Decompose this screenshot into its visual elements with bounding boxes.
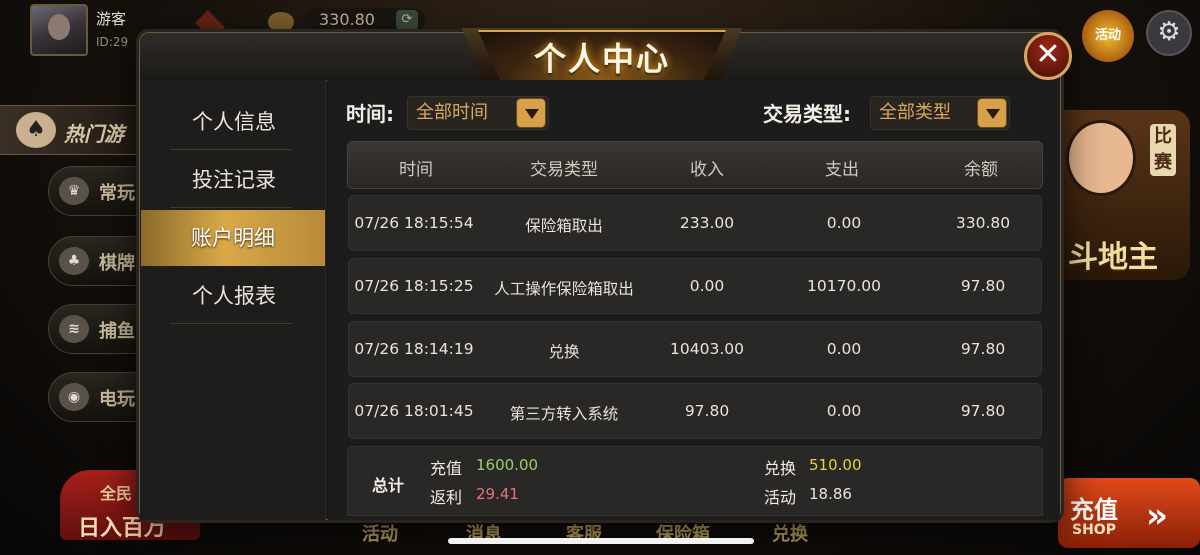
cell-balance: 97.80 xyxy=(960,277,1006,295)
sidebar-item-personal-info[interactable]: 个人信息 xyxy=(148,94,320,150)
cell-time: 07/26 18:01:45 xyxy=(354,402,474,420)
sidebar-item-personal-report[interactable]: 个人报表 xyxy=(148,268,320,324)
doudizhu-title: 斗地主 xyxy=(1068,240,1158,275)
recharge-label: 充值 xyxy=(1070,496,1118,524)
character-illustration xyxy=(1066,120,1136,196)
cell-time: 07/26 18:14:19 xyxy=(354,340,474,358)
bottom-nav-activity[interactable]: 活动 xyxy=(362,520,398,546)
column-header-expense: 支出 xyxy=(825,160,859,180)
cards-icon: ♣ xyxy=(59,247,89,275)
summary-exchange-value: 510.00 xyxy=(809,456,862,474)
cell-expense: 0.00 xyxy=(826,340,862,358)
cell-income: 10403.00 xyxy=(670,340,744,358)
cell-expense: 10170.00 xyxy=(807,277,881,295)
cell-expense: 0.00 xyxy=(826,402,862,420)
type-filter-label: 交易类型: xyxy=(763,102,851,126)
side-nav-label: 棋牌 xyxy=(99,253,135,274)
divider xyxy=(170,207,292,208)
summary-total-label: 总计 xyxy=(372,476,405,495)
time-filter-label: 时间: xyxy=(346,102,394,126)
summary-rebate-label: 返利 xyxy=(430,488,463,507)
column-header-type: 交易类型 xyxy=(530,160,598,180)
cell-balance: 97.80 xyxy=(960,340,1006,358)
side-nav-label: 常玩 xyxy=(99,183,135,204)
column-header-balance: 余额 xyxy=(964,160,998,180)
column-header-time: 时间 xyxy=(399,160,433,180)
column-header-income: 收入 xyxy=(690,160,724,180)
cell-time: 07/26 18:15:25 xyxy=(354,277,474,295)
summary-exchange-label: 兑换 xyxy=(764,459,797,478)
user-avatar[interactable] xyxy=(30,4,88,56)
gear-icon[interactable]: ⚙ xyxy=(1146,10,1192,56)
cell-income: 0.00 xyxy=(689,277,725,295)
time-filter-dropdown-icon[interactable] xyxy=(516,98,546,128)
gamepad-icon: ◉ xyxy=(59,383,89,411)
cell-balance: 330.80 xyxy=(955,214,1011,232)
user-name: 游客 xyxy=(96,10,127,28)
cell-type: 兑换 xyxy=(548,343,580,361)
trophy-icon: ♛ xyxy=(59,177,89,205)
cell-type: 第三方转入系统 xyxy=(509,405,619,423)
summary-rebate-value: 29.41 xyxy=(476,485,519,503)
summary-activity-value: 18.86 xyxy=(809,485,852,503)
lobby-screen: 游客 ID:29 330.80 ⟳ 活动 ⚙ 热门游 ♠ ♛ 常玩 ♣ 棋牌 ≋… xyxy=(0,0,1200,555)
spade-icon: ♠ xyxy=(16,112,56,148)
close-button[interactable]: ✕ xyxy=(1024,32,1072,80)
refresh-icon[interactable]: ⟳ xyxy=(396,10,418,30)
cell-balance: 97.80 xyxy=(960,402,1006,420)
divider xyxy=(170,323,292,324)
activity-button[interactable]: 活动 xyxy=(1082,10,1134,62)
chevron-right-icon: » xyxy=(1146,496,1168,536)
coin-icon xyxy=(268,12,294,32)
sidebar-item-account-details[interactable]: 账户明细 xyxy=(141,210,325,266)
cell-expense: 0.00 xyxy=(826,214,862,232)
modal-title: 个人中心 xyxy=(533,40,670,78)
cell-income: 97.80 xyxy=(684,402,730,420)
cell-type: 保险箱取出 xyxy=(525,217,603,235)
side-nav-label: 捕鱼 xyxy=(99,321,135,342)
home-indicator[interactable] xyxy=(448,538,754,544)
side-nav-label: 电玩 xyxy=(99,389,135,410)
summary-recharge-value: 1600.00 xyxy=(476,456,539,474)
sidebar-item-bet-records[interactable]: 投注记录 xyxy=(148,152,320,208)
match-badge: 比赛 xyxy=(1150,124,1176,176)
summary-recharge-label: 充值 xyxy=(430,459,463,478)
bottom-nav-exchange[interactable]: 兑换 xyxy=(772,520,808,546)
user-id: ID:29 xyxy=(96,35,129,49)
fish-icon: ≋ xyxy=(59,315,89,343)
divider xyxy=(170,149,292,150)
cell-income: 233.00 xyxy=(679,214,735,232)
type-filter-dropdown-icon[interactable] xyxy=(977,98,1007,128)
summary-activity-label: 活动 xyxy=(764,488,797,507)
cell-time: 07/26 18:15:54 xyxy=(354,214,474,232)
shop-label: SHOP xyxy=(1072,522,1116,538)
promo-line-1: 全民 xyxy=(100,484,133,503)
